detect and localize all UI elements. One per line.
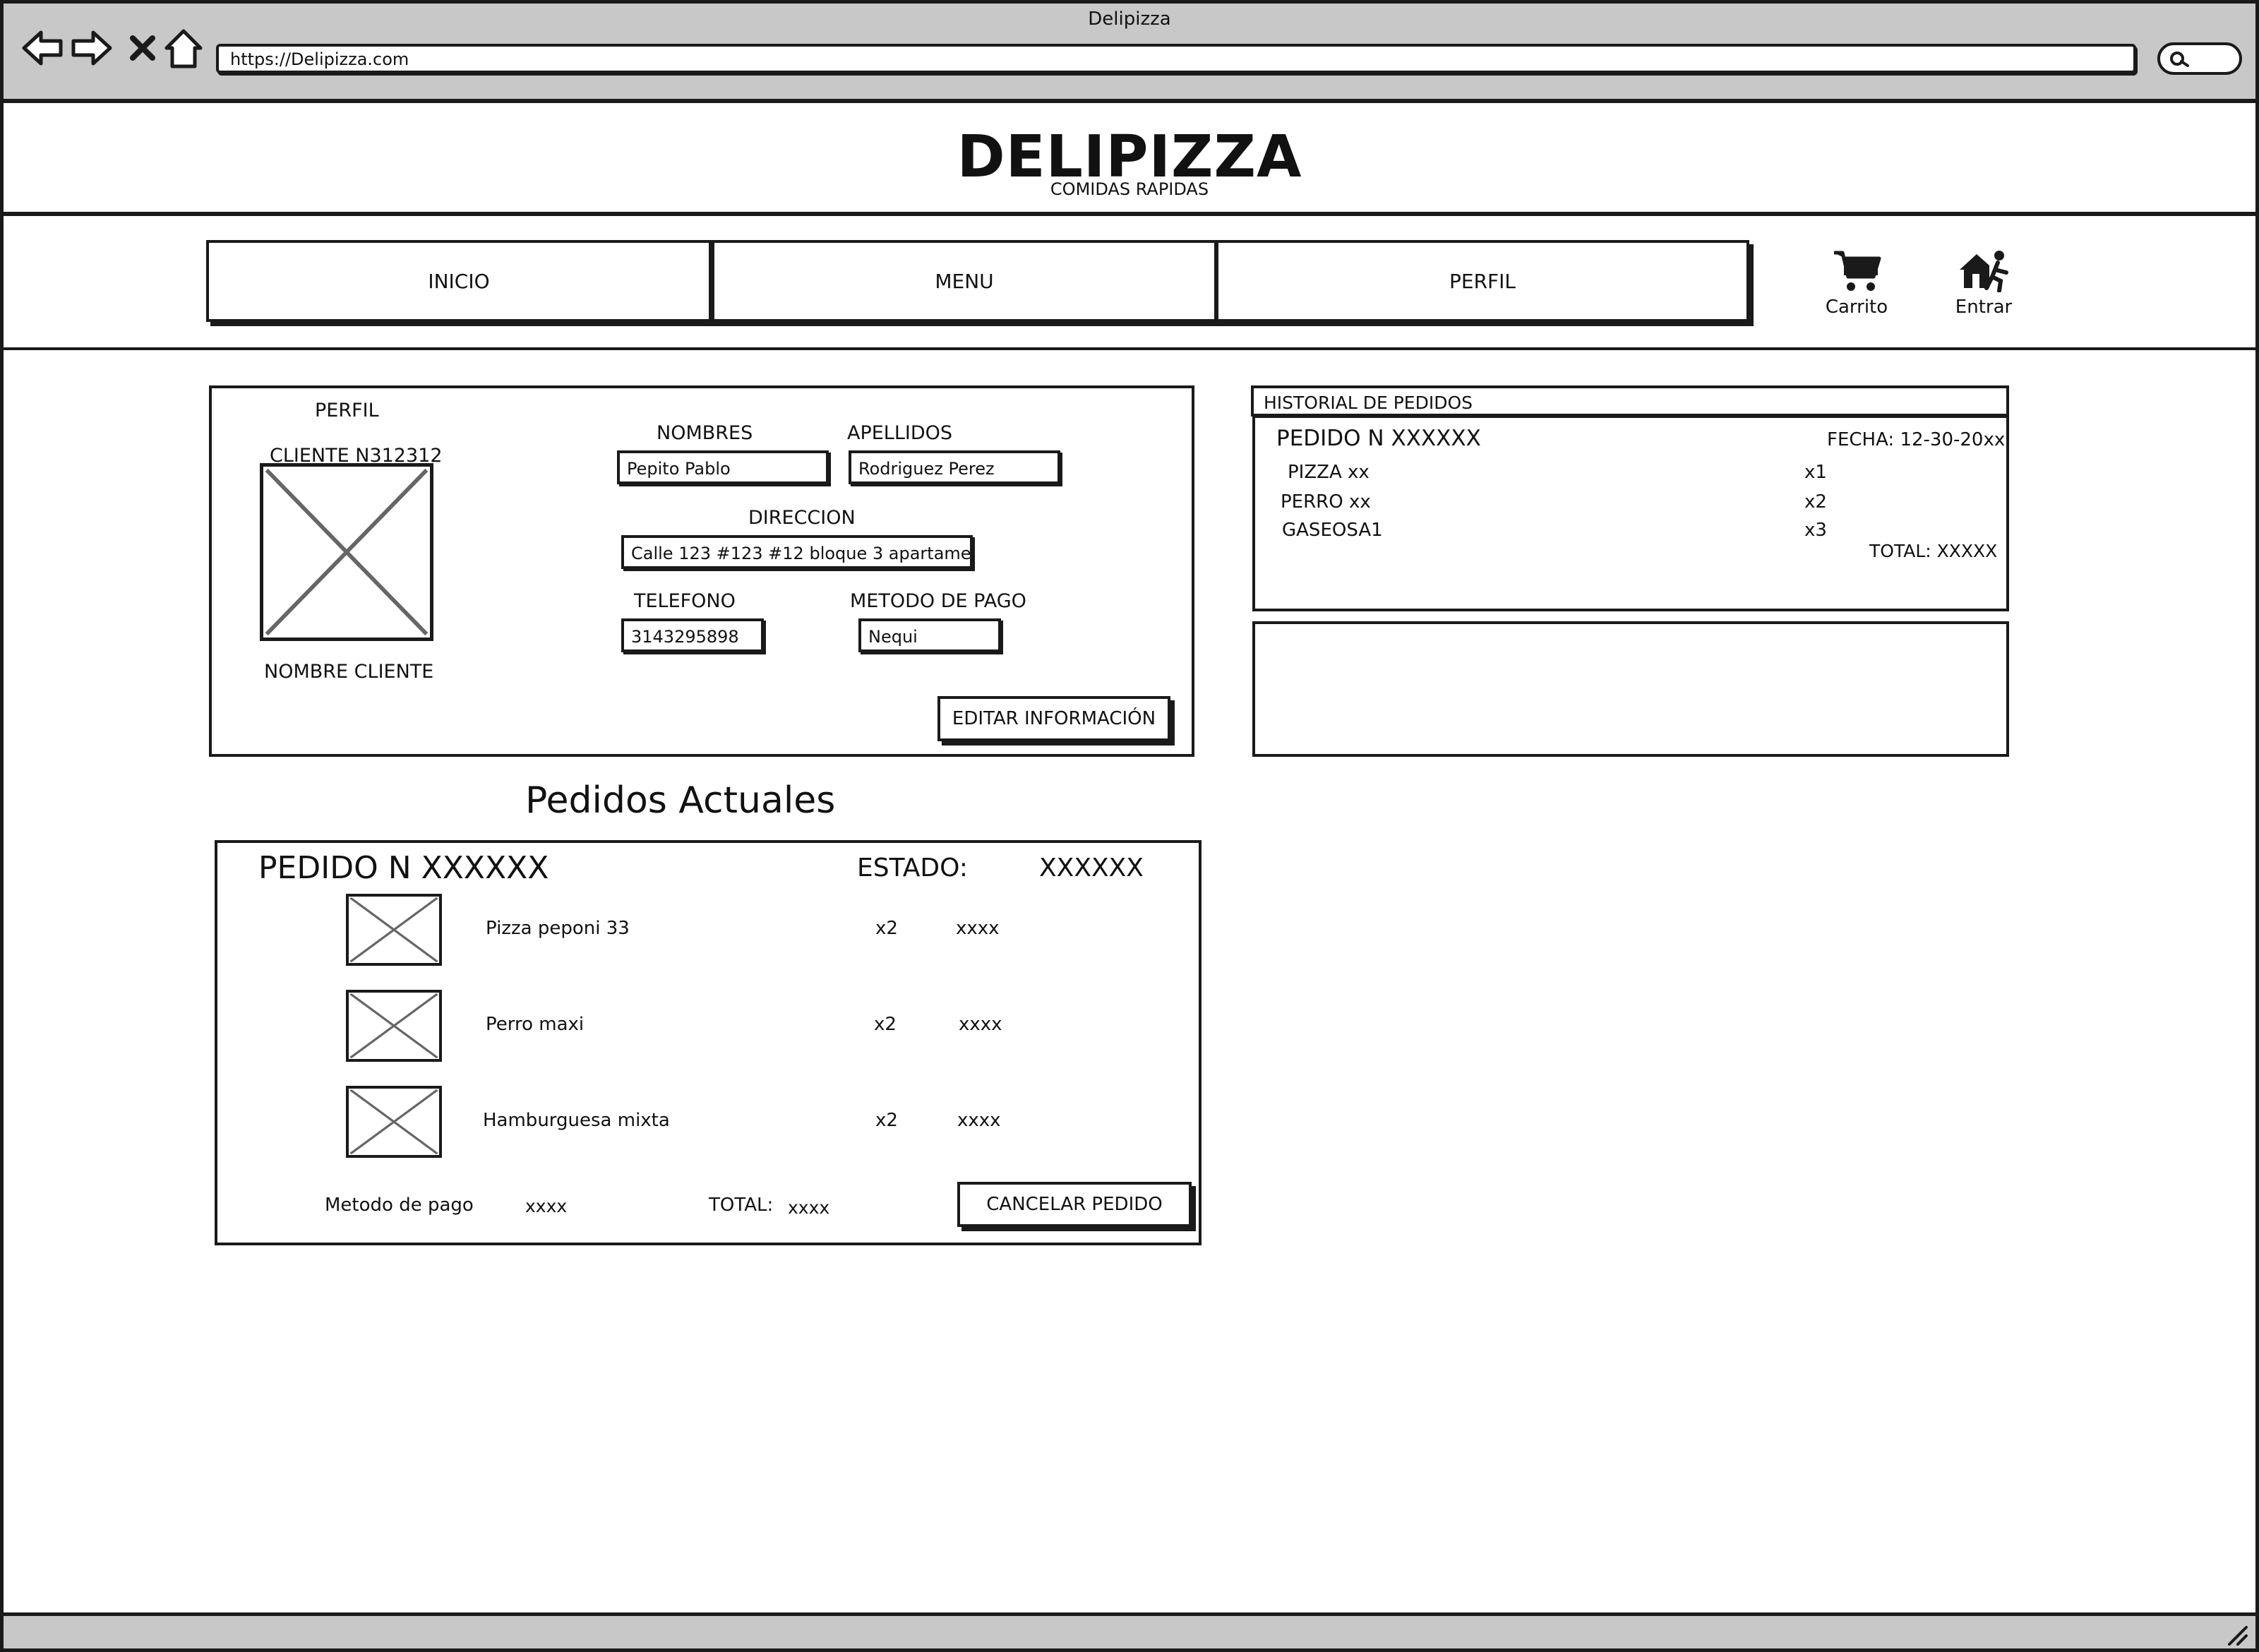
client-name: NOMBRE CLIENTE xyxy=(264,661,434,683)
cart-button[interactable]: Carrito xyxy=(1807,249,1906,319)
history-item-qty: x2 xyxy=(1804,491,1827,513)
brand-tagline: COMIDAS RAPIDAS xyxy=(1050,179,1209,199)
history-order-date: FECHA: 12-30-20xx xyxy=(1827,429,2006,450)
profile-title: PERFIL xyxy=(315,400,379,421)
order-item-qty: x2 xyxy=(875,1110,898,1131)
current-order-number: PEDIDO N XXXXXX xyxy=(258,850,549,886)
metodo-pago-label: METODO DE PAGO xyxy=(850,590,1026,612)
history-item-name: GASEOSA1 xyxy=(1282,520,1383,541)
stop-icon[interactable] xyxy=(128,34,157,62)
cancel-order-label: CANCELAR PEDIDO xyxy=(986,1194,1163,1215)
url-bar[interactable]: https://Delipizza.com xyxy=(216,44,2136,73)
login-label: Entrar xyxy=(1955,297,2013,318)
history-order-total: TOTAL: XXXXX xyxy=(1869,541,1998,561)
payment-method-value: xxxx xyxy=(525,1196,568,1216)
history-item-qty: x3 xyxy=(1804,520,1827,541)
history-order-card-empty[interactable] xyxy=(1252,621,2009,757)
client-avatar-placeholder xyxy=(260,463,433,641)
order-total-label: TOTAL: xyxy=(709,1195,774,1216)
order-total-value: xxxx xyxy=(788,1197,830,1218)
history-item-qty: x1 xyxy=(1804,462,1827,483)
tab-inicio-label: INICIO xyxy=(428,269,490,293)
url-text: https://Delipizza.com xyxy=(230,49,409,69)
history-order-card[interactable]: PEDIDO N XXXXXX FECHA: 12-30-20xx PIZZA … xyxy=(1252,415,2009,611)
edit-info-button[interactable]: EDITAR INFORMACIÓN xyxy=(937,696,1170,741)
tab-inicio[interactable]: INICIO xyxy=(206,240,712,322)
cart-icon xyxy=(1834,251,1881,291)
order-status-value: XXXXXX xyxy=(1039,854,1144,882)
tab-menu-label: MENU xyxy=(935,269,994,293)
tab-perfil-label: PERFIL xyxy=(1449,269,1516,293)
nombres-field[interactable]: Pepito Pablo xyxy=(617,450,829,484)
telefono-field[interactable]: 3143295898 xyxy=(621,618,764,652)
window-title: Delipizza xyxy=(1088,8,1171,30)
product-image-placeholder xyxy=(346,894,442,966)
site-header: DELIPIZZA COMIDAS RAPIDAS xyxy=(0,103,2259,216)
history-title: HISTORIAL DE PEDIDOS xyxy=(1264,393,1473,413)
product-image-placeholder xyxy=(346,1086,442,1158)
product-image-placeholder xyxy=(346,990,442,1062)
order-item-name: Hamburguesa mixta xyxy=(483,1110,670,1131)
order-item-price: xxxx xyxy=(957,1110,1001,1131)
current-orders-title: Pedidos Actuales xyxy=(525,779,836,822)
metodo-pago-field[interactable]: Nequi xyxy=(858,618,1001,652)
cancel-order-button[interactable]: CANCELAR PEDIDO xyxy=(957,1182,1192,1227)
home-icon[interactable] xyxy=(164,28,203,69)
enter-house-icon xyxy=(1960,251,2008,292)
brand-logo[interactable]: DELIPIZZA xyxy=(0,128,2259,186)
order-item-name: Perro maxi xyxy=(486,1014,585,1035)
nombres-label: NOMBRES xyxy=(657,422,753,444)
browser-statusbar xyxy=(0,1612,2259,1652)
history-item-name: PERRO xx xyxy=(1281,491,1371,513)
order-item-qty: x2 xyxy=(875,918,898,939)
direccion-label: DIRECCION xyxy=(748,507,856,529)
login-button[interactable]: Entrar xyxy=(1934,249,2033,319)
tab-menu[interactable]: MENU xyxy=(712,240,1217,322)
history-header: HISTORIAL DE PEDIDOS xyxy=(1251,385,2009,417)
resize-grip-icon[interactable] xyxy=(2227,1624,2249,1646)
apellidos-label: APELLIDOS xyxy=(847,422,953,444)
edit-info-label: EDITAR INFORMACIÓN xyxy=(952,708,1156,729)
order-item-name: Pizza peponi 33 xyxy=(486,918,630,939)
browser-search-field[interactable] xyxy=(2157,42,2242,75)
order-item-price: xxxx xyxy=(959,1014,1002,1035)
direccion-field[interactable]: Calle 123 #123 #12 bloque 3 apartamento xyxy=(621,535,973,569)
cart-label: Carrito xyxy=(1825,297,1888,318)
order-item-qty: x2 xyxy=(874,1014,897,1035)
forward-icon[interactable] xyxy=(71,28,113,68)
history-order-number: PEDIDO N XXXXXX xyxy=(1276,426,1481,451)
tab-perfil[interactable]: PERFIL xyxy=(1216,240,1749,322)
apellidos-field[interactable]: Rodriguez Perez xyxy=(849,450,1060,484)
payment-method-label: Metodo de pago xyxy=(325,1195,474,1216)
history-item-name: PIZZA xx xyxy=(1288,462,1370,483)
search-icon xyxy=(2170,52,2189,67)
order-status-label: ESTADO: xyxy=(857,854,968,882)
browser-titlebar: Delipizza https://Delipizza.com xyxy=(0,0,2259,103)
telefono-label: TELEFONO xyxy=(634,590,736,612)
back-icon[interactable] xyxy=(21,28,64,68)
order-item-price: xxxx xyxy=(956,918,1000,939)
